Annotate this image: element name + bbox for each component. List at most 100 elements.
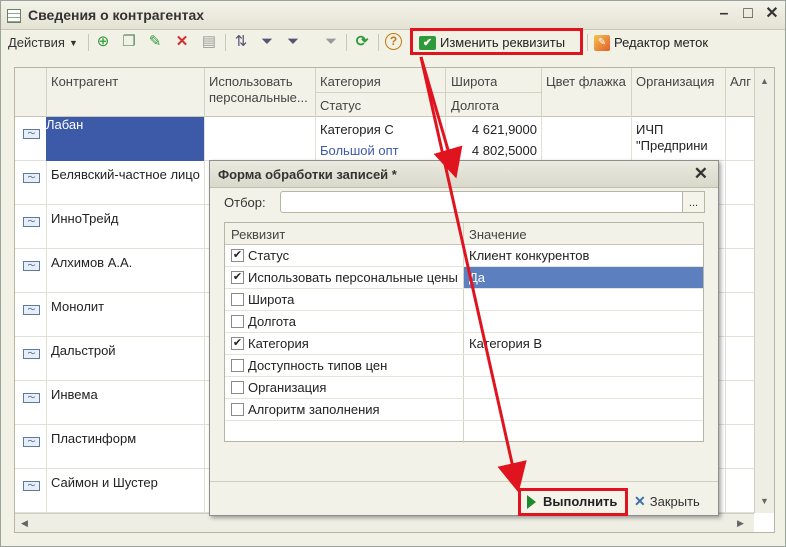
requisite-row[interactable]: ✔ Статус Клиент конкурентов <box>225 245 703 267</box>
requisite-value-selected[interactable]: Да <box>464 267 703 288</box>
column-divider <box>46 68 47 117</box>
add-icon[interactable]: ⊕ <box>94 33 112 51</box>
col-use-personal[interactable]: Использовать персональные... <box>209 74 309 106</box>
filter-select-button[interactable]: ... <box>682 191 705 213</box>
col-category[interactable]: Категория <box>320 74 381 89</box>
row-marker-icon: 〜 <box>23 173 40 183</box>
dialog-close-icon[interactable]: ✕ <box>694 164 708 184</box>
cell-longitude: 4 802,5000 <box>471 143 537 158</box>
requisite-row[interactable]: Организация <box>225 377 703 399</box>
table-header: Контрагент Использовать персональные... … <box>15 68 754 117</box>
col-organization[interactable]: Организация <box>636 74 720 108</box>
clear-filter-icon[interactable]: ⏷ <box>322 33 340 51</box>
row-checkbox[interactable]: ✔ <box>231 271 244 284</box>
col-longitude[interactable]: Долгота <box>451 98 499 113</box>
requisite-row[interactable]: Алгоритм заполнения <box>225 399 703 421</box>
requisite-value[interactable]: Клиент конкурентов <box>469 248 589 263</box>
row-checkbox[interactable] <box>231 315 244 328</box>
row-marker-icon: 〜 <box>23 349 40 359</box>
sort-icon[interactable]: ⇅ <box>232 33 250 51</box>
close-icon[interactable]: ✕ <box>764 6 780 22</box>
actions-menu[interactable]: Действия ▼ <box>8 32 78 53</box>
play-icon <box>527 495 536 509</box>
cell-counterparty: Монолит <box>51 299 105 314</box>
marks-editor-icon: ✎ <box>594 34 610 51</box>
copy-icon[interactable]: ❐ <box>120 33 138 51</box>
requisite-label: Широта <box>248 292 295 307</box>
scroll-up-icon[interactable]: ▲ <box>760 76 769 86</box>
row-marker-icon: 〜 <box>23 481 40 491</box>
dialog-footer: Выполнить ✕ Закрыть <box>210 481 718 516</box>
execute-button[interactable]: Выполнить <box>518 488 628 516</box>
cell-category: Категория С <box>320 122 394 137</box>
header-row-divider <box>315 92 541 93</box>
column-divider <box>541 68 542 117</box>
col-status[interactable]: Статус <box>320 98 361 113</box>
column-divider <box>725 68 726 117</box>
toolbar-separator <box>225 34 226 51</box>
selected-cell[interactable]: Лабан <box>46 117 204 161</box>
row-marker-icon: 〜 <box>23 129 40 139</box>
toolbar-separator <box>587 34 588 51</box>
cell-counterparty: Пластинформ <box>51 431 137 446</box>
cell-counterparty: Алхимов А.А. <box>51 255 133 270</box>
marks-editor-label: Редактор меток <box>614 35 709 50</box>
title-bar: Сведения о контрагентах – □ ✕ <box>1 1 785 30</box>
vertical-scrollbar[interactable]: ▲ ▼ <box>754 68 774 513</box>
row-checkbox[interactable]: ✔ <box>231 337 244 350</box>
requisites-table[interactable]: Реквизит Значение ✔ Статус Клиент конкур… <box>224 222 704 443</box>
edit-icon[interactable]: ✎ <box>146 33 164 51</box>
cell-counterparty: Дальстрой <box>51 343 116 358</box>
marks-editor-button[interactable]: ✎ Редактор меток <box>594 32 708 53</box>
row-checkbox[interactable] <box>231 403 244 416</box>
cell-counterparty: ИнноТрейд <box>51 211 119 226</box>
col-flag-color[interactable]: Цвет флажка <box>546 74 626 90</box>
row-marker-icon: 〜 <box>23 261 40 271</box>
filter-input[interactable] <box>280 191 685 213</box>
refresh-icon[interactable]: ⟳ <box>353 33 371 51</box>
row-marker-icon: 〜 <box>23 437 40 447</box>
cell-counterparty: Инвема <box>51 387 98 402</box>
requisite-label: Алгоритм заполнения <box>248 402 380 417</box>
close-button[interactable]: ✕ Закрыть <box>634 491 700 511</box>
requisites-header: Реквизит Значение <box>225 223 703 245</box>
requisite-row[interactable]: Долгота <box>225 311 703 333</box>
requisite-label: Статус <box>248 248 290 263</box>
scroll-right-icon[interactable]: ▶ <box>737 518 744 529</box>
cell-status: Большой опт <box>320 143 399 158</box>
requisite-row[interactable]: Широта <box>225 289 703 311</box>
scroll-left-icon[interactable]: ◀ <box>21 518 28 529</box>
filter-icon[interactable]: ⏷ <box>258 33 276 51</box>
table-icon <box>7 9 21 23</box>
requisite-row[interactable]: ✔ Категория Категория В <box>225 333 703 355</box>
minimize-icon[interactable]: – <box>716 6 732 22</box>
requisite-label: Использовать персональные цены <box>248 270 458 285</box>
toolbar: Действия ▼ ⊕ ❐ ✎ ✕ ▤ ⇅ ⏷ ⏷ ⏷ ⟳ ? ✔ Измени… <box>1 30 785 55</box>
post-icon[interactable]: ▤ <box>200 33 218 51</box>
cell-organization: ИЧП "Предприни <box>636 122 708 153</box>
requisite-label: Долгота <box>248 314 296 329</box>
row-checkbox[interactable] <box>231 293 244 306</box>
col-requisite[interactable]: Реквизит <box>231 227 285 242</box>
column-divider <box>204 68 205 117</box>
requisite-row[interactable]: ✔ Использовать персональные цены Да <box>225 267 703 289</box>
cell-counterparty: Лабан <box>46 117 84 132</box>
delete-icon[interactable]: ✕ <box>173 33 191 51</box>
help-icon[interactable]: ? <box>385 33 402 50</box>
requisite-value[interactable]: Категория В <box>469 336 542 351</box>
col-counterparty[interactable]: Контрагент <box>51 74 118 89</box>
toolbar-separator <box>88 34 89 51</box>
window-title: Сведения о контрагентах <box>28 7 205 23</box>
row-checkbox[interactable] <box>231 359 244 372</box>
col-value[interactable]: Значение <box>469 227 527 242</box>
row-checkbox[interactable] <box>231 381 244 394</box>
processing-dialog: Форма обработки записей * ✕ Отбор: ... Р… <box>209 160 719 516</box>
maximize-icon[interactable]: □ <box>740 6 756 22</box>
row-checkbox[interactable]: ✔ <box>231 249 244 262</box>
col-latitude[interactable]: Широта <box>451 74 497 89</box>
requisite-row[interactable]: Доступность типов цен <box>225 355 703 377</box>
scroll-down-icon[interactable]: ▼ <box>760 496 769 506</box>
row-marker-icon: 〜 <box>23 393 40 403</box>
col-algorithm[interactable]: Алг <box>730 74 751 89</box>
filter-settings-icon[interactable]: ⏷ <box>284 33 302 51</box>
